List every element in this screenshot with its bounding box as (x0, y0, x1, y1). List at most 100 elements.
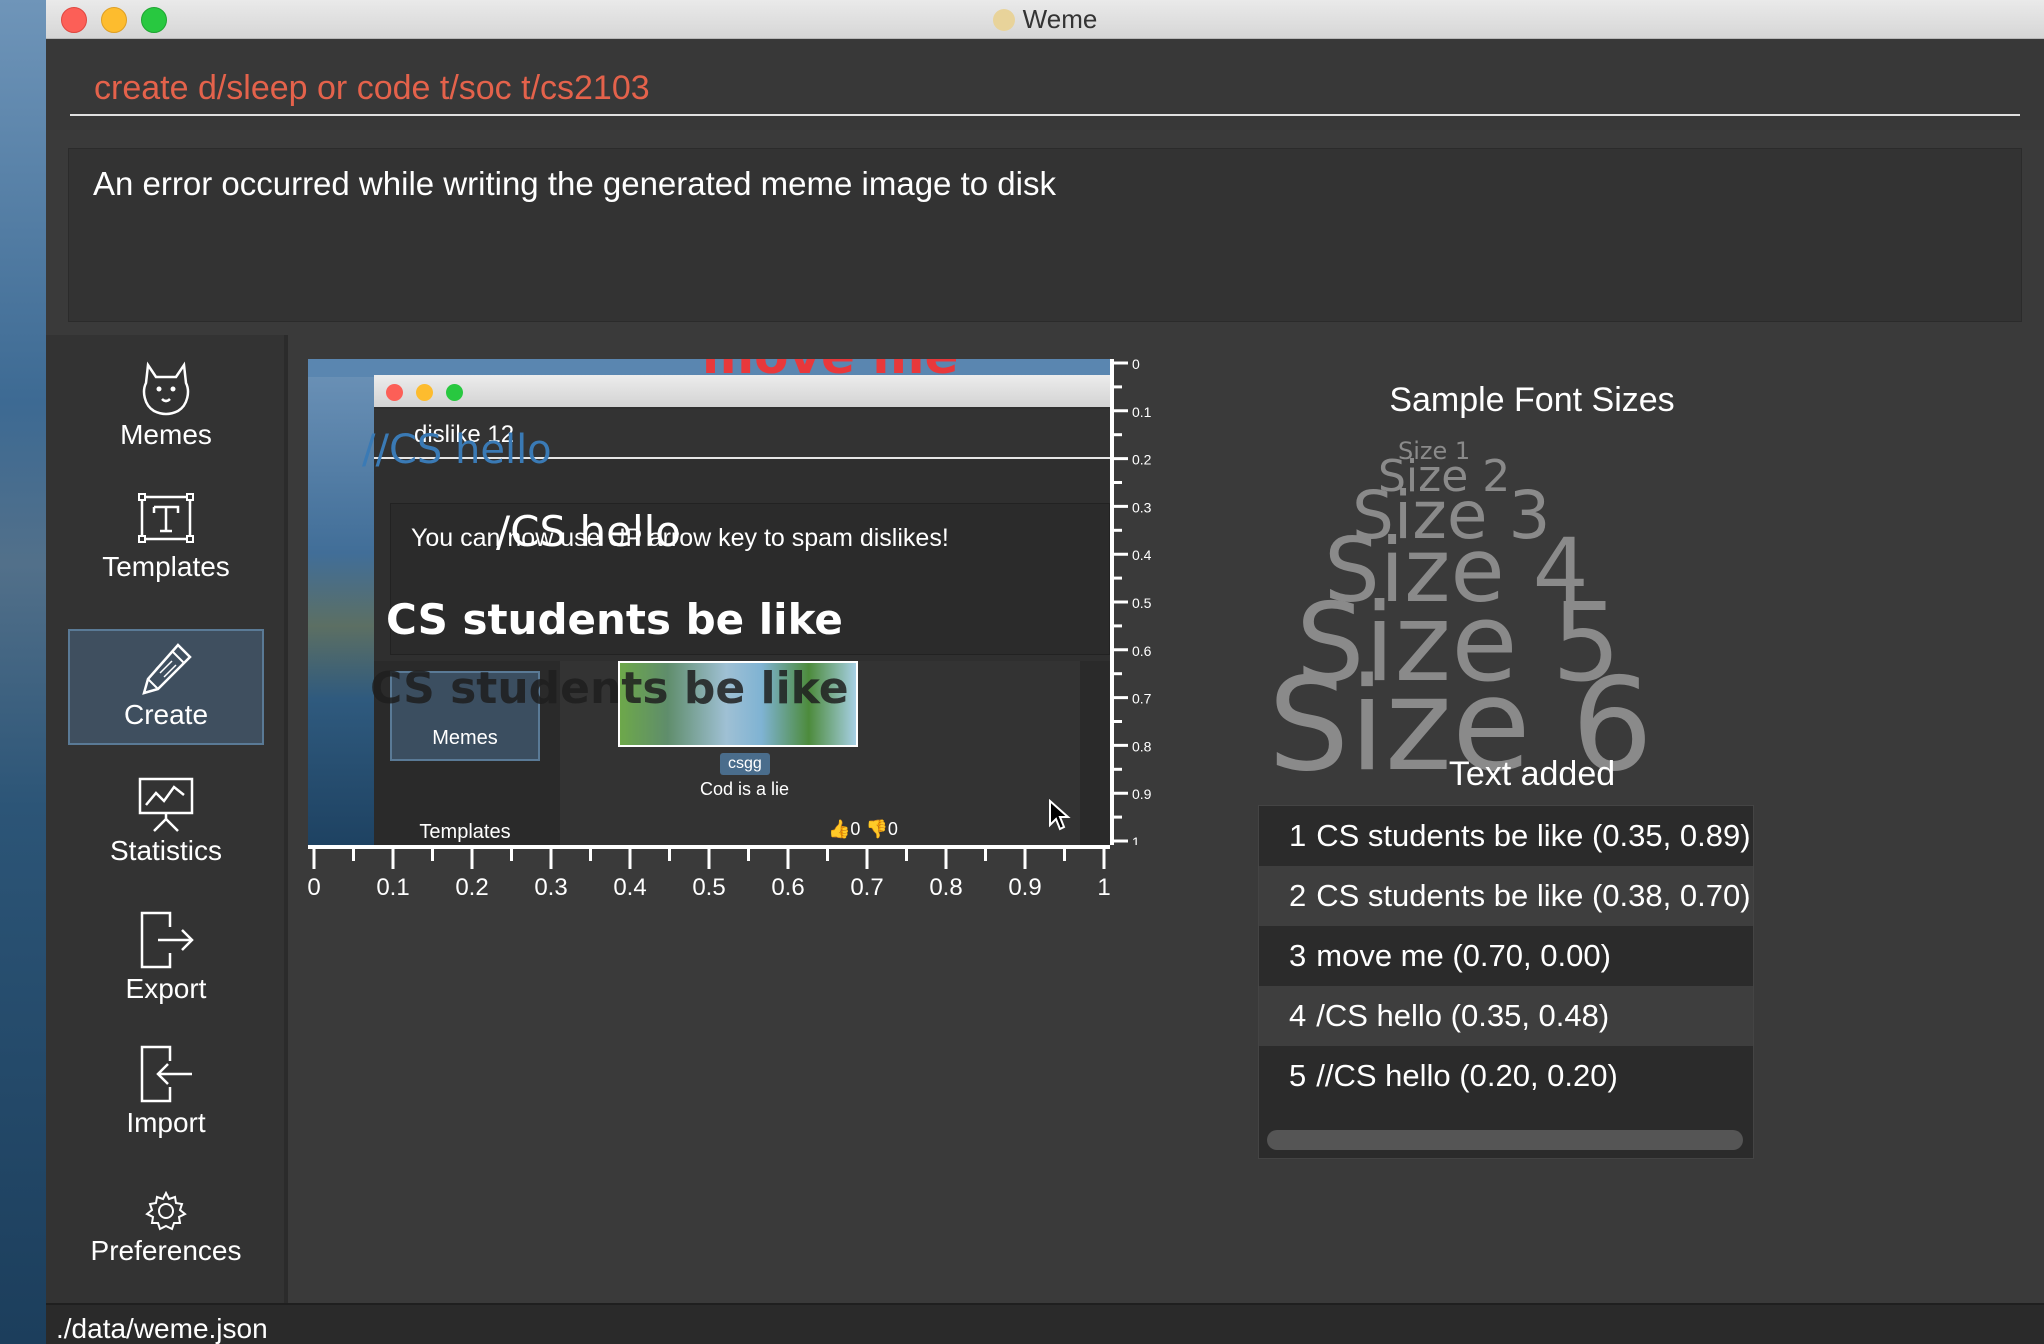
list-item-coords: (0.38, 0.70) (1591, 878, 1751, 913)
meme-like-count: 0 (850, 819, 861, 839)
list-item-text: /CS hello (1316, 998, 1443, 1033)
list-item-coords: (0.20, 0.20) (1459, 1058, 1618, 1093)
meme-gallery-right (1080, 661, 1110, 845)
horizontal-ruler-label: 0.8 (929, 874, 962, 901)
statistics-icon (138, 777, 194, 832)
meme-tag: csgg (720, 753, 770, 775)
sidebar-item-import[interactable]: Import (68, 1035, 264, 1151)
list-item-coords: (0.35, 0.89) (1591, 818, 1751, 853)
horizontal-ruler-label: 1 (1097, 874, 1110, 901)
list-item[interactable]: 4/CS hello (0.35, 0.48) (1259, 986, 1753, 1046)
horizontal-ruler-label: 0.4 (613, 874, 646, 901)
horizontal-ruler-label: 0.1 (376, 874, 409, 901)
horizontal-ruler-label: 0.3 (534, 874, 567, 901)
vertical-ruler-label: 0.8 (1132, 738, 1152, 754)
horizontal-scrollbar[interactable] (1267, 1130, 1743, 1150)
meme-sidebar-memes-label: Memes (432, 727, 498, 749)
command-bar (46, 40, 2044, 130)
list-item-coords: (0.70, 0.00) (1452, 938, 1611, 973)
list-item-text: CS students be like (1316, 878, 1584, 913)
list-item-index: 5 (1289, 1058, 1307, 1093)
meme-green-dot (446, 384, 463, 401)
window-title-text: Weme (1022, 4, 1098, 34)
command-input[interactable] (70, 62, 2020, 116)
sidebar-item-label: Statistics (109, 835, 223, 866)
list-item-index: 4 (1289, 998, 1307, 1033)
vertical-ruler-label: 0.7 (1132, 691, 1152, 707)
sidebar: Memes Templates Create Statistics Export… (46, 335, 288, 1303)
meme-red-dot (386, 384, 403, 401)
vertical-ruler-label: 0.5 (1132, 595, 1152, 611)
export-icon (140, 911, 194, 969)
mouse-cursor-icon (1049, 799, 1071, 831)
text-added-title: Text added (1448, 755, 1616, 793)
list-item-text: CS students be like (1316, 818, 1584, 853)
app-icon (992, 9, 1015, 31)
list-item[interactable]: 1 CS students be like (0.35, 0.89) (1259, 806, 1753, 866)
sidebar-item-templates[interactable]: Templates (68, 481, 264, 597)
meme-yellow-dot (416, 384, 433, 401)
horizontal-ruler-label: 0.6 (771, 874, 804, 901)
horizontal-ruler-label: 0 (308, 874, 321, 901)
doge-icon (142, 361, 190, 416)
vertical-ruler-label: 0.3 (1132, 499, 1152, 515)
overlay-text-4[interactable]: /CS hello (496, 507, 681, 556)
list-item-coords: (0.35, 0.48) (1450, 998, 1610, 1033)
list-item-index: 1 (1289, 818, 1307, 853)
sidebar-item-label: Import (126, 1107, 206, 1138)
sidebar-item-memes[interactable]: Memes (68, 347, 264, 463)
vertical-ruler: 0 0.1 0.2 0.3 0.4 0.5 0.6 0.7 0.8 0.9 1 (1110, 359, 1152, 845)
sidebar-item-export[interactable]: Export (68, 901, 264, 1017)
horizontal-ruler-label: 0.7 (850, 874, 883, 901)
list-item[interactable]: 5 //CS hello (0.20, 0.20) (1259, 1046, 1753, 1106)
horizontal-ruler-label: 0.5 (692, 874, 725, 901)
sidebar-item-preferences[interactable]: Preferences (68, 1181, 264, 1297)
vertical-ruler-label: 0.1 (1132, 404, 1152, 420)
horizontal-ruler-label: 0.9 (1008, 874, 1041, 901)
content-area: Memes Templates Create Statistics Export… (46, 335, 2044, 1303)
list-item-index: 3 (1289, 938, 1307, 973)
desktop-background (0, 0, 46, 1344)
result-message: An error occurred while writing the gene… (93, 165, 1056, 202)
overlay-text-2[interactable]: CS students be like (386, 595, 843, 644)
pencil-icon (142, 643, 192, 695)
status-bar: ./data/weme.json (46, 1303, 2044, 1344)
sidebar-item-label: Create (123, 699, 209, 730)
app-window: Weme An error occurred while writing the… (46, 0, 2044, 1344)
vertical-ruler-label: 0.4 (1132, 547, 1152, 563)
list-item[interactable]: 3 move me (0.70, 0.00) (1259, 926, 1753, 986)
vertical-ruler-label: 0.9 (1132, 786, 1152, 802)
create-panel: dislike 12 You can now use UP arrow key … (288, 335, 2044, 1303)
sidebar-item-label: Export (125, 973, 207, 1004)
template-icon (138, 493, 194, 543)
overlay-text-1[interactable]: CS students be like (370, 663, 849, 714)
sidebar-item-statistics[interactable]: Statistics (68, 765, 264, 881)
sidebar-item-create[interactable]: Create (68, 629, 264, 745)
list-item-index: 2 (1289, 878, 1307, 913)
import-icon (140, 1045, 192, 1103)
overlay-text-3[interactable]: move me (702, 359, 958, 385)
window-title: Weme (46, 4, 2044, 35)
title-bar: Weme (46, 0, 2044, 39)
meme-sidebar-templates-label: Templates (419, 821, 511, 843)
list-item-text: move me (1316, 938, 1444, 973)
meme-like-counts: 👍0 👎0 (828, 819, 898, 839)
meme-dislike-count: 0 (887, 819, 898, 839)
vertical-ruler-label: 0.2 (1132, 452, 1152, 468)
result-display: An error occurred while writing the gene… (68, 148, 2022, 322)
meme-canvas[interactable]: dislike 12 You can now use UP arrow key … (308, 359, 1110, 845)
vertical-ruler-label: 1 (1132, 834, 1140, 845)
text-added-list: 1 CS students be like (0.35, 0.89) 2 CS st… (1258, 805, 1754, 1159)
meme-caption: Cod is a lie (700, 779, 790, 799)
vertical-ruler-label: 0 (1132, 359, 1140, 372)
overlay-text-5[interactable]: //CS hello (362, 427, 552, 473)
list-item-text: //CS hello (1316, 1058, 1451, 1093)
sidebar-item-label: Memes (120, 419, 212, 450)
font-sizes-title: Sample Font Sizes (1389, 381, 1675, 419)
horizontal-ruler: 0 0.1 0.2 0.3 0.4 0.5 0.6 0.7 0.8 0.9 1 (308, 845, 1110, 901)
horizontal-ruler-label: 0.2 (455, 874, 488, 901)
sidebar-item-label: Preferences (90, 1235, 242, 1266)
sidebar-item-label: Templates (102, 551, 230, 582)
list-item[interactable]: 2 CS students be like (0.38, 0.70) (1259, 866, 1753, 926)
vertical-ruler-label: 0.6 (1132, 643, 1152, 659)
